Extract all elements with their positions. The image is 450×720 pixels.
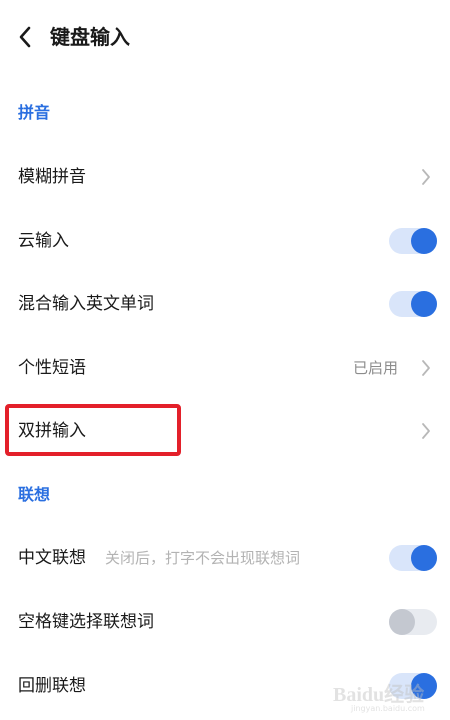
section-title-association: 联想 bbox=[18, 485, 51, 504]
chinese-association-toggle[interactable] bbox=[389, 545, 437, 571]
status-value: 已启用 bbox=[352, 359, 398, 377]
toggle-knob bbox=[389, 609, 415, 635]
chevron-right-icon bbox=[422, 423, 430, 439]
header: 键盘输入 bbox=[0, 0, 450, 76]
setting-row-cloud-input: 云输入 bbox=[0, 209, 450, 273]
setting-label: 个性短语 bbox=[18, 358, 86, 378]
chevron-right-icon bbox=[422, 360, 430, 376]
setting-label: 中文联想 bbox=[18, 548, 86, 568]
setting-row-space-association: 空格键选择联想词 bbox=[0, 590, 450, 654]
page-title: 键盘输入 bbox=[50, 25, 130, 49]
chevron-left-icon bbox=[19, 26, 31, 48]
toggle-knob bbox=[411, 228, 437, 254]
toggle-knob bbox=[411, 291, 437, 317]
setting-label: 云输入 bbox=[18, 231, 69, 251]
watermark-url: jingyan.baidu.com bbox=[351, 704, 425, 713]
space-association-toggle[interactable] bbox=[389, 609, 437, 635]
setting-label: 混合输入英文单词 bbox=[18, 294, 154, 314]
chevron-right-icon bbox=[422, 169, 430, 185]
baidu-watermark: Baidu经验 jingyan.baidu.com bbox=[333, 668, 438, 713]
cloud-input-toggle[interactable] bbox=[389, 228, 437, 254]
setting-row-mixed-english: 混合输入英文单词 bbox=[0, 272, 450, 336]
keyboard-input-settings-screen: 键盘输入 拼音 模糊拼音 云输入 混合输入英文单词 个性短语 已启用 双拼输入 … bbox=[0, 0, 450, 720]
highlight-annotation-box bbox=[5, 404, 181, 456]
setting-hint: 关闭后，打字不会出现联想词 bbox=[105, 549, 301, 567]
setting-label: 模糊拼音 bbox=[18, 167, 86, 187]
setting-row-chinese-association: 中文联想 关闭后，打字不会出现联想词 bbox=[0, 526, 450, 590]
setting-row-personal-phrases[interactable]: 个性短语 已启用 bbox=[0, 336, 450, 400]
setting-label: 空格键选择联想词 bbox=[18, 612, 154, 632]
watermark-text: Baidu经验 bbox=[333, 684, 425, 706]
setting-row-fuzzy-pinyin[interactable]: 模糊拼音 bbox=[0, 145, 450, 209]
section-title-pinyin: 拼音 bbox=[18, 103, 51, 122]
mixed-english-toggle[interactable] bbox=[389, 291, 437, 317]
toggle-knob bbox=[411, 545, 437, 571]
back-button[interactable] bbox=[10, 22, 40, 52]
setting-label: 回删联想 bbox=[18, 676, 86, 696]
